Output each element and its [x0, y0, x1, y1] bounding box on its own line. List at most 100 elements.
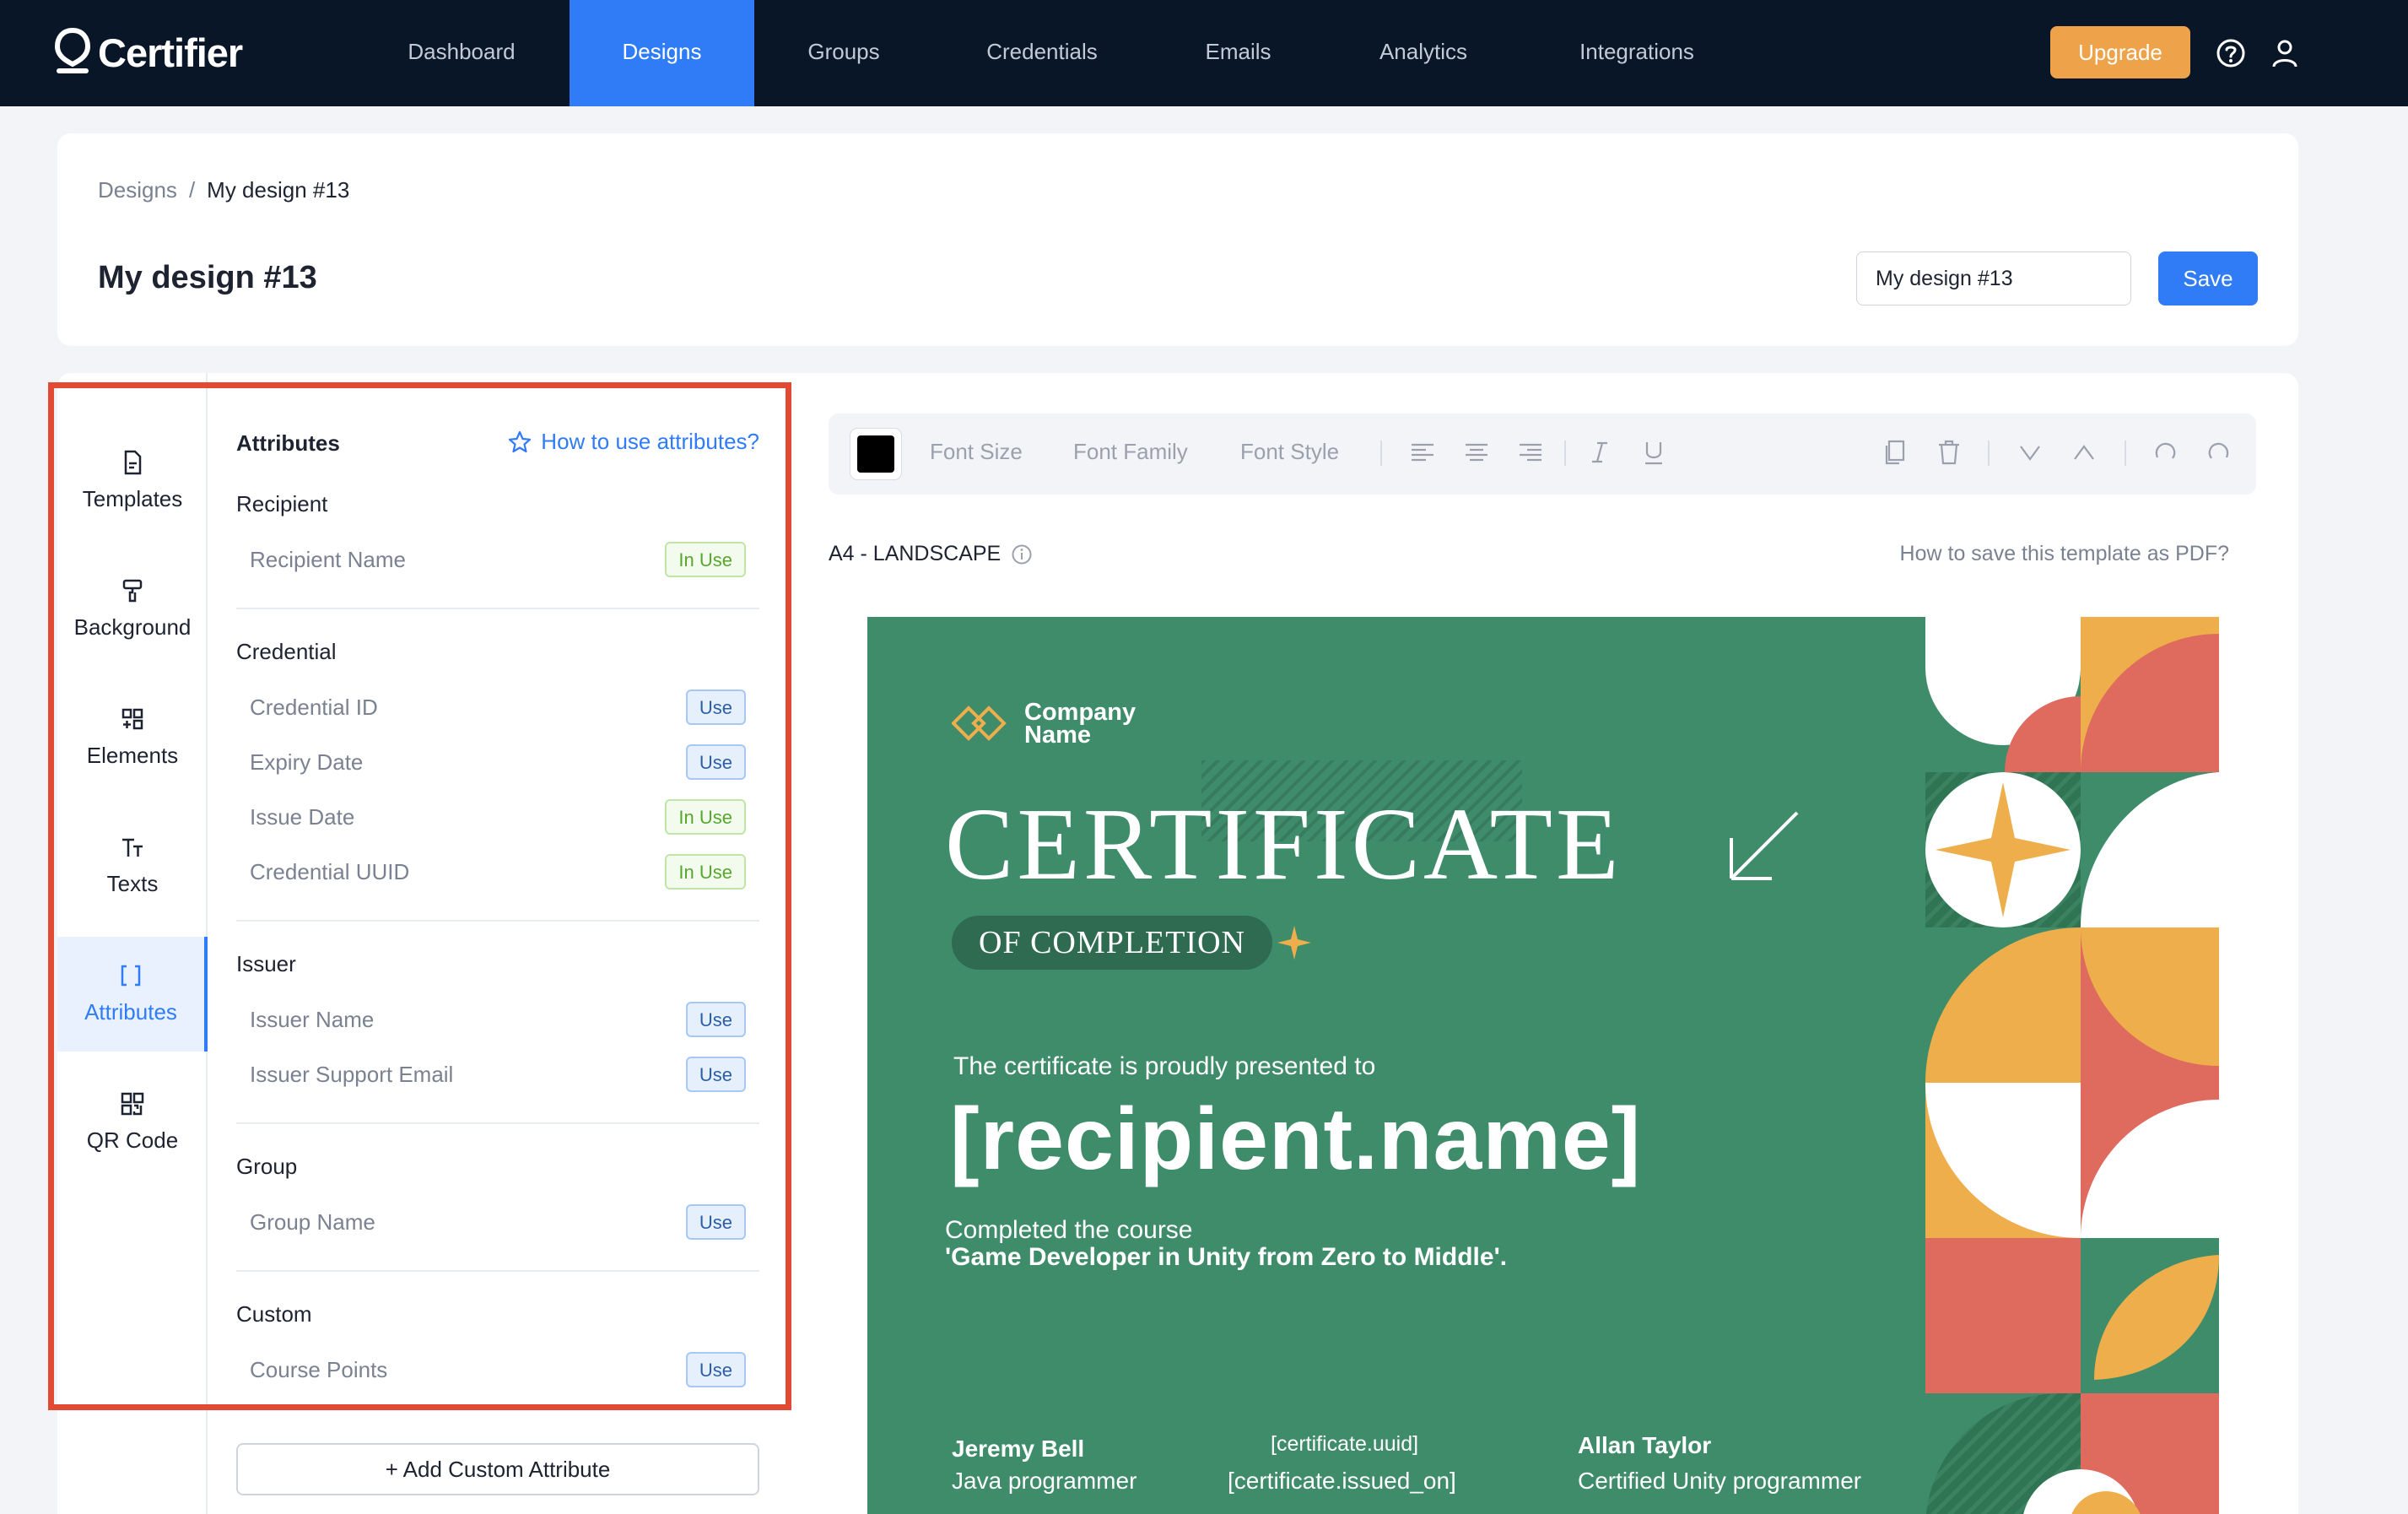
italic-icon[interactable]	[1585, 437, 1615, 468]
company-logo-icon	[952, 706, 1007, 741]
use-button[interactable]: Use	[685, 1204, 746, 1240]
in-use-badge[interactable]: In Use	[665, 854, 746, 889]
company-name: Company Name	[1024, 699, 1137, 749]
group-title-issuer: Issuer	[236, 951, 296, 976]
save-pdf-help-link[interactable]: How to save this template as PDF?	[1900, 542, 2229, 566]
attributes-help-link[interactable]: How to use attributes?	[507, 429, 759, 455]
nav-integrations[interactable]: Integrations	[1557, 0, 1717, 106]
certificate-pattern-decoration	[1925, 617, 2219, 1514]
nav-groups[interactable]: Groups	[785, 0, 903, 106]
in-use-badge[interactable]: In Use	[665, 799, 746, 835]
use-button[interactable]: Use	[685, 689, 746, 725]
color-swatch	[857, 435, 894, 473]
qr-code-icon	[121, 1092, 144, 1116]
group-divider	[236, 608, 759, 609]
use-button[interactable]: Use	[685, 1057, 746, 1092]
font-family-select[interactable]: Font Family	[1073, 439, 1188, 465]
nav-emails[interactable]: Emails	[1181, 0, 1295, 106]
certificate-subtitle-pill[interactable]: OF COMPLETION	[952, 916, 1272, 970]
undo-icon[interactable]	[2150, 437, 2180, 468]
group-title-recipient: Recipient	[236, 491, 328, 516]
sidebar-tab-templates[interactable]: Templates	[57, 424, 208, 538]
align-right-icon[interactable]	[1515, 437, 1546, 468]
breadcrumb-current: My design #13	[207, 177, 350, 203]
course-line-1[interactable]: Completed the course	[945, 1216, 1193, 1245]
attribute-row-issuer-name: Issuer Name Use	[250, 1002, 746, 1039]
sidebar-tab-label: Attributes	[84, 999, 177, 1025]
logo[interactable]: Certifier	[54, 25, 243, 79]
sidebar-tab-label: QR Code	[86, 1127, 179, 1153]
underline-icon[interactable]	[1639, 437, 1669, 468]
nav-designs[interactable]: Designs	[570, 0, 754, 106]
attribute-name: Issue Date	[250, 804, 355, 830]
design-header: Designs / My design #13 My design #13 Save	[57, 133, 2298, 346]
help-icon[interactable]	[2214, 36, 2248, 70]
certificate-issued-on-placeholder[interactable]: [certificate.issued_on]	[1228, 1468, 1456, 1495]
color-picker[interactable]	[850, 429, 901, 479]
certificate-uuid-placeholder[interactable]: [certificate.uuid]	[1271, 1432, 1418, 1457]
attribute-row-credential-id: Credential ID Use	[250, 689, 746, 727]
attribute-row-issuer-support-email: Issuer Support Email Use	[250, 1057, 746, 1094]
align-center-icon[interactable]	[1461, 437, 1492, 468]
company-logo[interactable]: Company Name	[952, 699, 1168, 749]
signer2-name[interactable]: Allan Taylor	[1578, 1432, 1711, 1459]
chevron-up-icon[interactable]	[2069, 437, 2099, 468]
breadcrumb-separator: /	[188, 177, 196, 203]
recipient-name-placeholder[interactable]: [recipient.name]	[950, 1090, 1641, 1190]
info-icon[interactable]	[1011, 543, 1033, 565]
presented-text[interactable]: The certificate is proudly presented to	[953, 1052, 1375, 1081]
attribute-name: Issuer Name	[250, 1007, 375, 1032]
use-button[interactable]: Use	[685, 744, 746, 780]
elements-icon	[121, 708, 143, 730]
file-icon	[124, 450, 142, 475]
use-button[interactable]: Use	[685, 1352, 746, 1387]
upgrade-button[interactable]: Upgrade	[2050, 26, 2190, 78]
attribute-name: Recipient Name	[250, 547, 406, 572]
sidebar-tab-attributes[interactable]: Attributes	[57, 937, 208, 1052]
page-size-text: A4 - LANDSCAPE	[829, 542, 1002, 565]
sidebar-tab-background[interactable]: Background	[57, 552, 208, 667]
group-title-credential: Credential	[236, 639, 337, 664]
font-style-select[interactable]: Font Style	[1240, 439, 1339, 465]
use-button[interactable]: Use	[685, 1002, 746, 1037]
sidebar-tab-elements[interactable]: Elements	[57, 680, 208, 795]
design-name-input[interactable]	[1856, 251, 2131, 306]
sidebar-tab-label: Elements	[86, 743, 179, 768]
attribute-name: Credential ID	[250, 695, 378, 720]
sidebar-tab-label: Templates	[82, 486, 183, 511]
signer1-role[interactable]: Java programmer	[952, 1468, 1137, 1495]
attributes-panel: Attributes How to use attributes? Recipi…	[236, 405, 759, 1511]
trash-icon[interactable]	[1934, 437, 1964, 468]
attribute-row-group-name: Group Name Use	[250, 1204, 746, 1241]
attributes-heading: Attributes	[236, 430, 340, 456]
course-line-2[interactable]: 'Game Developer in Unity from Zero to Mi…	[945, 1243, 1507, 1272]
certificate-canvas[interactable]: Company Name CERTIFICATE OF COMPLETION T…	[867, 617, 2219, 1514]
certificate-title[interactable]: CERTIFICATE	[945, 786, 1622, 904]
in-use-badge[interactable]: In Use	[665, 542, 746, 577]
attribute-name: Credential UUID	[250, 859, 410, 884]
redo-icon[interactable]	[2204, 437, 2234, 468]
nav-credentials[interactable]: Credentials	[962, 0, 1122, 106]
align-left-icon[interactable]	[1407, 437, 1438, 468]
text-icon	[122, 838, 143, 857]
font-size-select[interactable]: Font Size	[930, 439, 1023, 465]
breadcrumb-root[interactable]: Designs	[98, 177, 177, 203]
chevron-down-icon[interactable]	[2015, 437, 2045, 468]
sidebar-tab-texts[interactable]: Texts	[57, 808, 208, 923]
signer2-role[interactable]: Certified Unity programmer	[1578, 1468, 1861, 1495]
user-icon[interactable]	[2268, 36, 2302, 70]
sidebar-tab-label: Background	[73, 614, 192, 640]
group-title-group: Group	[236, 1154, 298, 1179]
sparkle-icon	[1277, 926, 1311, 960]
page-size-label: A4 - LANDSCAPE	[829, 542, 1033, 566]
add-custom-attribute-button[interactable]: + Add Custom Attribute	[236, 1443, 759, 1495]
save-button[interactable]: Save	[2158, 251, 2258, 306]
group-divider	[236, 920, 759, 922]
sidebar-tab-qr-code[interactable]: QR Code	[57, 1065, 208, 1180]
nav-analytics[interactable]: Analytics	[1357, 0, 1490, 106]
duplicate-icon[interactable]	[1880, 437, 1910, 468]
attribute-row-credential-uuid: Credential UUID In Use	[250, 854, 746, 891]
signer1-name[interactable]: Jeremy Bell	[952, 1436, 1084, 1463]
nav-dashboard[interactable]: Dashboard	[380, 0, 543, 106]
group-divider	[236, 1122, 759, 1124]
